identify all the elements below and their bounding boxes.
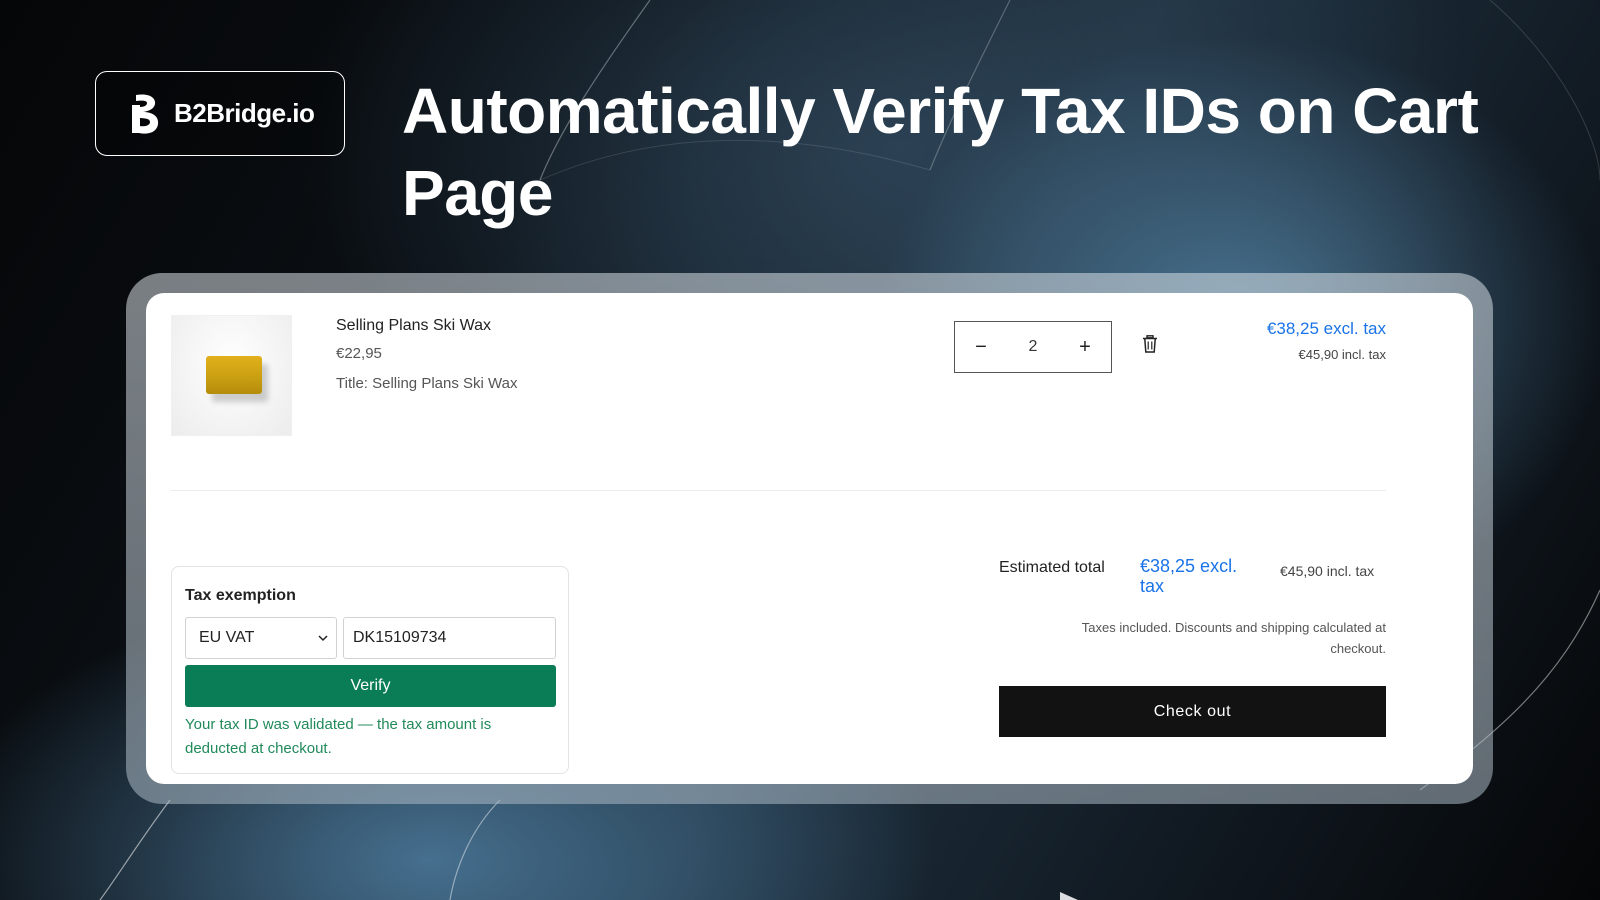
- line-price-incl-tax: €45,90 incl. tax: [1298, 347, 1386, 362]
- chevron-down-icon: [318, 635, 328, 642]
- estimated-total-excl-tax: €38,25 excl. tax: [1140, 556, 1238, 596]
- decrease-quantity-button[interactable]: −: [969, 336, 993, 359]
- quantity-stepper: − 2 +: [954, 321, 1112, 373]
- product-variant: Title: Selling Plans Ski Wax: [336, 375, 518, 392]
- brand-name: B2Bridge.io: [174, 98, 315, 128]
- checkout-button[interactable]: Check out: [999, 686, 1386, 737]
- cart-divider: [171, 490, 1386, 491]
- product-title[interactable]: Selling Plans Ski Wax: [336, 317, 491, 335]
- tax-exemption-panel: Tax exemption EU VAT Verify Your tax ID …: [171, 566, 569, 774]
- brand-logo: B2Bridge.io: [95, 71, 345, 156]
- trash-icon[interactable]: [1142, 335, 1158, 353]
- tax-exemption-title: Tax exemption: [185, 587, 296, 604]
- b2bridge-logo-icon: [132, 93, 159, 134]
- wax-block-image: [206, 356, 262, 394]
- tax-type-selected: EU VAT: [199, 629, 255, 646]
- tax-validation-message: Your tax ID was validated — the tax amou…: [185, 716, 492, 757]
- product-unit-price: €22,95: [336, 345, 382, 362]
- ski-wax-product-image[interactable]: [171, 315, 292, 436]
- taxes-note: Taxes included. Discounts and shipping c…: [1081, 620, 1386, 656]
- tax-id-input[interactable]: [343, 617, 556, 659]
- cart-card: Selling Plans Ski Wax €22,95 Title: Sell…: [146, 293, 1473, 784]
- quantity-value[interactable]: 2: [1029, 338, 1038, 356]
- page-headline: Automatically Verify Tax IDs on Cart Pag…: [402, 75, 1479, 229]
- increase-quantity-button[interactable]: +: [1073, 336, 1097, 359]
- line-price-excl-tax: €38,25 excl. tax: [1266, 319, 1386, 338]
- estimated-total-label: Estimated total: [999, 559, 1105, 576]
- tax-type-select[interactable]: EU VAT: [185, 617, 337, 659]
- verify-button[interactable]: Verify: [185, 665, 556, 707]
- estimated-total-incl-tax: €45,90 incl. tax: [1280, 563, 1375, 579]
